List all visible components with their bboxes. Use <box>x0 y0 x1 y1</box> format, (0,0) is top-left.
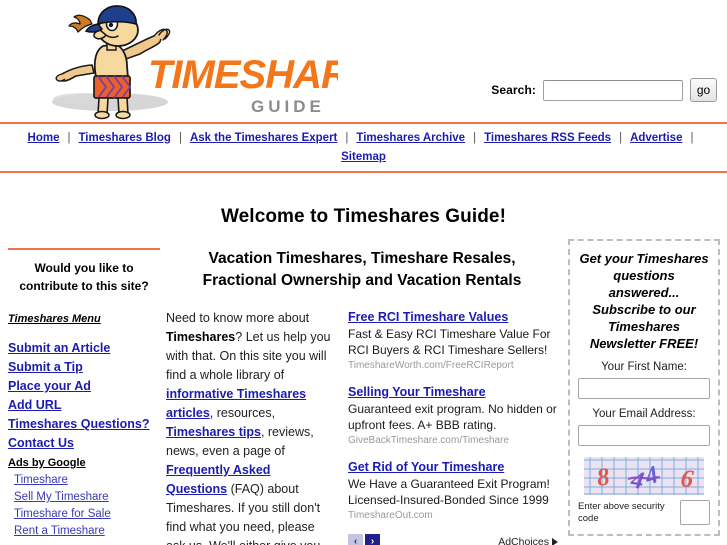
page-root: TIMESHARES GUIDE Search: go Home | Timesha… <box>0 0 727 545</box>
subheading: Vacation Timeshares, Timeshare Resales, … <box>202 250 522 289</box>
sidebar-item-contact-us[interactable]: Contact Us <box>8 434 160 453</box>
ad-title-selling-your-timeshare[interactable]: Selling Your Timeshare <box>348 384 558 400</box>
sidebar-menu-list: Submit an Article Submit a Tip Place you… <box>8 339 160 453</box>
contribute-prompt: Would you like to contribute to this sit… <box>8 259 160 295</box>
site-header: TIMESHARES GUIDE Search: go <box>0 0 727 122</box>
ad-display-url: GiveBackTimeshare.com/Timeshare <box>348 435 509 446</box>
captcha-wrapper: 8 4 4 6 <box>578 457 710 495</box>
first-name-field[interactable] <box>578 378 710 399</box>
ads-by-google-list: Timeshare Sell My Timeshare Timeshare fo… <box>8 472 160 540</box>
nav-separator: | <box>473 132 477 144</box>
intro-t3: , resources, <box>209 406 276 420</box>
intro-paragraph-1: Need to know more about Timeshares? Let … <box>166 309 334 545</box>
search-input[interactable] <box>543 79 683 101</box>
sidebar-item-place-your-ad[interactable]: Place your Ad <box>8 377 160 396</box>
nav-separator: | <box>345 132 349 144</box>
security-code-label: Enter above security code <box>578 500 665 524</box>
left-sidebar: Would you like to contribute to this sit… <box>8 248 160 545</box>
newsletter-signup-box: Get your Timeshares questions answered..… <box>568 239 720 536</box>
intro-text: Need to know more about Timeshares? Let … <box>166 309 334 545</box>
chevron-right-icon[interactable]: › <box>365 534 380 545</box>
nav-item-timeshares-archive[interactable]: Timeshares Archive <box>355 132 466 144</box>
svg-text:TIMESHARES: TIMESHARES <box>148 53 338 97</box>
nav-separator: | <box>619 132 623 144</box>
nav-item-advertise[interactable]: Advertise <box>629 132 683 144</box>
svg-text:GUIDE: GUIDE <box>251 97 325 116</box>
contribute-line-2: contribute to this site? <box>19 279 149 293</box>
newsletter-heading: Get your Timeshares questions answered..… <box>579 251 709 351</box>
ad-block: Free RCI Timeshare Values Fast & Easy RC… <box>348 309 558 545</box>
sidebar-top-divider <box>8 248 160 250</box>
search-label: Search: <box>491 83 536 97</box>
ad-pager: ‹ › <box>348 534 380 545</box>
nav-item-timeshares-rss-feeds[interactable]: Timeshares RSS Feeds <box>483 132 612 144</box>
sidebar-item-submit-an-article[interactable]: Submit an Article <box>8 339 160 358</box>
sidebar-menu-title: Timeshares Menu <box>8 313 101 325</box>
adchoices-triangle-icon <box>552 537 558 545</box>
page-title: Welcome to Timeshares Guide! <box>220 206 507 227</box>
adchoices-badge[interactable]: AdChoices <box>498 536 558 545</box>
primary-nav: Home | Timeshares Blog | Ask the Timeshares … <box>0 122 727 173</box>
google-ad-link-timeshare[interactable]: Timeshare <box>14 472 160 489</box>
security-code-row: Enter above security code <box>578 500 710 525</box>
search-go-button[interactable]: go <box>690 78 717 102</box>
ad-description: Guaranteed exit program. No hidden or up… <box>348 402 557 432</box>
nav-separator: | <box>690 132 694 144</box>
ad-description: We Have a Guaranteed Exit Program! Licen… <box>348 477 550 507</box>
email-label: Your Email Address: <box>592 408 696 420</box>
search-area: Search: go <box>491 78 717 102</box>
intro-bold-timeshares: Timeshares <box>166 330 236 344</box>
ad-unit: Selling Your Timeshare Guaranteed exit p… <box>348 384 558 448</box>
ad-display-url: TimeshareOut.com <box>348 510 433 521</box>
ad-title-free-rci-timeshare-values[interactable]: Free RCI Timeshare Values <box>348 309 558 325</box>
google-ad-link-timeshare-for-sale[interactable]: Timeshare for Sale <box>14 506 160 523</box>
ad-footer: ‹ › AdChoices <box>348 534 558 545</box>
logo-illustration-icon: TIMESHARES GUIDE <box>52 5 338 120</box>
email-field[interactable] <box>578 425 710 446</box>
sidebar-item-submit-a-tip[interactable]: Submit a Tip <box>8 358 160 377</box>
security-code-field[interactable] <box>680 500 710 525</box>
sidebar-item-add-url[interactable]: Add URL <box>8 396 160 415</box>
contribute-line-1: Would you like to <box>34 261 134 275</box>
link-timeshares-tips[interactable]: Timeshares tips <box>166 425 261 439</box>
intro-t1: Need to know more about <box>166 311 310 325</box>
google-ad-link-rent-a-timeshare[interactable]: Rent a Timeshare <box>14 523 160 540</box>
main-content: Vacation Timeshares, Timeshare Resales, … <box>166 232 558 545</box>
ad-description: Fast & Easy RCI Timeshare Value For RCI … <box>348 327 551 357</box>
site-logo[interactable]: TIMESHARES GUIDE <box>28 2 338 120</box>
first-name-label: Your First Name: <box>601 361 687 373</box>
nav-item-sitemap[interactable]: Sitemap <box>340 151 387 163</box>
nav-item-timeshares-blog[interactable]: Timeshares Blog <box>77 132 171 144</box>
ad-unit: Get Rid of Your Timeshare We Have a Guar… <box>348 459 558 523</box>
right-sidebar: Get your Timeshares questions answered..… <box>568 239 720 536</box>
google-ad-link-sell-my-timeshare[interactable]: Sell My Timeshare <box>14 489 160 506</box>
nav-separator: | <box>178 132 182 144</box>
captcha-image-icon: 8 4 4 6 <box>584 457 704 495</box>
main-body: Need to know more about Timeshares? Let … <box>166 292 558 545</box>
chevron-left-icon[interactable]: ‹ <box>348 534 363 545</box>
nav-item-home[interactable]: Home <box>27 132 61 144</box>
nav-item-ask-the-timeshares-expert[interactable]: Ask the Timeshares Expert <box>189 132 338 144</box>
ads-by-google-title: Ads by Google <box>8 457 86 469</box>
sidebar-item-timeshares-questions[interactable]: Timeshares Questions? <box>8 415 160 434</box>
ad-title-get-rid-of-your-timeshare[interactable]: Get Rid of Your Timeshare <box>348 459 558 475</box>
ad-display-url: TimeshareWorth.com/FreeRCIReport <box>348 360 514 371</box>
nav-separator: | <box>67 132 71 144</box>
ad-unit: Free RCI Timeshare Values Fast & Easy RC… <box>348 309 558 373</box>
adchoices-label: AdChoices <box>498 535 549 545</box>
